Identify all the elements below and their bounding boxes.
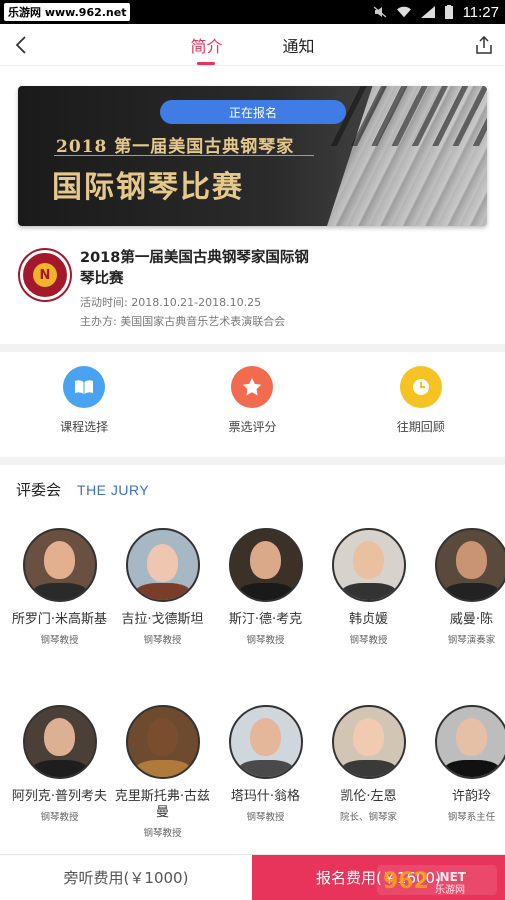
jury-member[interactable]: 克里斯托弗·古兹曼 钢琴教授	[111, 705, 214, 839]
event-organizer: 主办方: 美国国家古典音乐艺术表演联合会	[80, 315, 286, 328]
member-name: 韩贞媛	[348, 612, 388, 627]
book-icon	[75, 380, 94, 394]
member-name: 克里斯托弗·古兹曼	[114, 789, 211, 820]
action-icon-bg	[399, 366, 442, 408]
audit-fee-button[interactable]: 旁听费用(￥1000)	[0, 855, 252, 900]
member-role: 院长、钢琴家	[339, 812, 397, 823]
banner-title: 国际钢琴比赛	[52, 170, 244, 205]
jury-member[interactable]: 吉拉·戈德斯坦 钢琴教授	[111, 528, 214, 686]
action-review[interactable]: 往期回顾	[371, 366, 471, 443]
action-label: 往期回顾	[396, 420, 445, 434]
avatar	[22, 705, 97, 779]
organizer-logo: N	[20, 250, 70, 300]
divider	[0, 457, 505, 465]
jury-member[interactable]: 所罗门·米高斯基 钢琴教授	[8, 528, 111, 686]
status-icons: 11:27	[373, 4, 499, 21]
member-name: 威曼·陈	[449, 612, 494, 627]
nav-bar: 简介 通知	[0, 24, 505, 66]
signal-icon	[420, 6, 435, 18]
quick-actions: 课程选择 票选评分 往期回顾	[0, 352, 505, 457]
tab-bar: 简介 通知	[0, 24, 505, 66]
avatar	[434, 528, 505, 602]
avatar	[22, 528, 97, 602]
member-name: 凯伦·左恩	[340, 789, 397, 804]
register-button[interactable]: 报名费用(￥1600) 962 .NET 乐游网	[252, 855, 505, 900]
site-watermark: 乐游网 www.962.net	[4, 3, 131, 21]
member-role: 钢琴演奏家	[447, 635, 496, 646]
avatar	[228, 705, 303, 779]
member-name: 斯汀·德·考克	[228, 612, 303, 627]
status-bar: 乐游网 www.962.net 11:27	[0, 0, 505, 24]
jury-title: 评委会	[16, 481, 62, 499]
member-name: 所罗门·米高斯基	[11, 612, 108, 627]
action-course-select[interactable]: 课程选择	[34, 366, 134, 443]
svg-text:.NET: .NET	[435, 870, 467, 884]
avatar	[434, 705, 505, 779]
jury-member[interactable]: 塔玛什·翁格 钢琴教授	[214, 705, 317, 839]
member-role: 钢琴教授	[40, 812, 79, 823]
jury-row-2: 阿列克·普列考夫 钢琴教授 克里斯托弗·古兹曼 钢琴教授 塔玛什·翁格 钢琴教授…	[0, 705, 505, 839]
jury-header: 评委会 THE JURY	[0, 465, 505, 509]
back-button[interactable]	[0, 24, 42, 66]
tab-notice[interactable]: 通知	[281, 24, 317, 66]
star-icon	[243, 378, 262, 396]
status-badge: 正在报名	[160, 100, 346, 124]
jury-title-en: THE JURY	[77, 482, 150, 498]
share-button[interactable]	[463, 24, 505, 66]
avatar	[125, 705, 200, 779]
member-role: 钢琴教授	[143, 828, 182, 839]
logo-emblem: N	[33, 263, 57, 287]
piano-black-keys	[327, 86, 487, 146]
battery-icon	[444, 5, 453, 19]
jury-row-1: 所罗门·米高斯基 钢琴教授 吉拉·戈德斯坦 钢琴教授 斯汀·德·考克 钢琴教授 …	[0, 528, 505, 686]
member-role: 钢琴教授	[349, 635, 388, 646]
event-info: N 2018第一届美国古典钢琴家国际钢琴比赛 活动时间: 2018.10.21-…	[0, 226, 505, 344]
watermark-logo: 962 .NET 乐游网	[377, 865, 497, 896]
jury-member[interactable]: 威曼·陈 钢琴演奏家	[420, 528, 505, 686]
member-role: 钢琴系主任	[447, 812, 496, 823]
member-name: 吉拉·戈德斯坦	[121, 612, 204, 627]
divider	[0, 344, 505, 352]
clock-time: 11:27	[462, 3, 499, 21]
bottom-bar: 旁听费用(￥1000) 报名费用(￥1600) 962 .NET 乐游网	[0, 854, 505, 900]
jury-member[interactable]: 许韵玲 钢琴系主任	[420, 705, 505, 839]
tab-intro[interactable]: 简介	[188, 24, 224, 66]
chevron-left-icon	[15, 35, 26, 54]
jury-member[interactable]: 阿列克·普列考夫 钢琴教授	[8, 705, 111, 839]
member-role: 钢琴教授	[40, 635, 79, 646]
action-icon-bg	[231, 366, 274, 408]
action-vote[interactable]: 票选评分	[202, 366, 302, 443]
share-icon	[476, 35, 492, 54]
jury-member[interactable]: 凯伦·左恩 院长、钢琴家	[317, 705, 420, 839]
member-name: 阿列克·普列考夫	[11, 789, 108, 804]
clock-icon	[412, 379, 429, 395]
member-role: 钢琴教授	[246, 635, 285, 646]
svg-text:乐游网: 乐游网	[435, 883, 465, 896]
event-time: 活动时间: 2018.10.21-2018.10.25	[80, 296, 262, 309]
action-label: 课程选择	[60, 420, 109, 434]
banner-divider	[54, 155, 314, 156]
banner-subtitle: 2018 第一届美国古典钢琴家	[56, 137, 295, 157]
svg-text:962: 962	[383, 869, 429, 894]
mute-icon	[373, 6, 386, 18]
jury-member[interactable]: 斯汀·德·考克 钢琴教授	[214, 528, 317, 686]
member-name: 塔玛什·翁格	[230, 789, 301, 804]
action-label: 票选评分	[228, 420, 277, 434]
wifi-icon	[396, 6, 411, 18]
site-label: 乐游网 www.962.net	[8, 6, 127, 19]
member-role: 钢琴教授	[143, 635, 182, 646]
banner-wrap: 正在报名 2018 第一届美国古典钢琴家 国际钢琴比赛	[0, 66, 505, 226]
event-title: 2018第一届美国古典钢琴家国际钢琴比赛	[80, 250, 309, 287]
event-text: 2018第一届美国古典钢琴家国际钢琴比赛 活动时间: 2018.10.21-20…	[70, 248, 320, 330]
avatar	[125, 528, 200, 602]
event-banner[interactable]: 正在报名 2018 第一届美国古典钢琴家 国际钢琴比赛	[18, 86, 487, 226]
jury-member[interactable]: 韩贞媛 钢琴教授	[317, 528, 420, 686]
avatar	[331, 705, 406, 779]
action-icon-bg	[63, 366, 106, 408]
member-role: 钢琴教授	[246, 812, 285, 823]
member-name: 许韵玲	[451, 789, 491, 804]
avatar	[228, 528, 303, 602]
avatar	[331, 528, 406, 602]
